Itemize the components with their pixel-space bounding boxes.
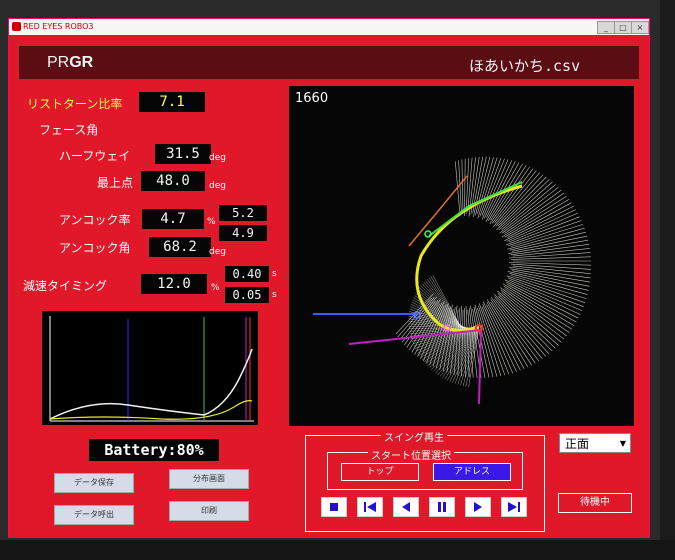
pause-button[interactable] (429, 497, 455, 517)
speed-graph (42, 311, 258, 425)
uncock-rate-sub2: 4.9 (219, 225, 267, 241)
decel-timing-value: 12.0 (141, 274, 207, 294)
uncock-rate-sub1: 5.2 (219, 205, 267, 221)
skip-forward-icon (508, 502, 520, 512)
decel-timing-unit: % (211, 283, 220, 293)
address-button[interactable]: アドレス (433, 463, 511, 481)
top-button[interactable]: トップ (341, 463, 419, 481)
filename: ほあいかち.csv (469, 57, 581, 75)
app-icon (12, 22, 21, 31)
uncock-rate-label: アンコック率 (59, 213, 131, 227)
frame-counter: 1660 (295, 91, 329, 106)
standby-button[interactable]: 待機中 (558, 493, 632, 513)
stop-icon (330, 503, 338, 511)
shaft-line-orange (408, 175, 468, 247)
step-back-button[interactable] (393, 497, 419, 517)
top-point-unit: deg (209, 181, 226, 191)
play-button[interactable] (465, 497, 491, 517)
swing-plot: 1660 (289, 86, 634, 426)
uncock-angle-label: アンコック角 (59, 241, 131, 255)
last-frame-button[interactable] (501, 497, 527, 517)
print-button[interactable]: 印刷 (169, 501, 249, 521)
uncock-rate-unit: % (207, 217, 216, 227)
maximize-button[interactable]: □ (614, 21, 632, 34)
monitor-side (660, 0, 675, 560)
play-icon (474, 502, 482, 512)
step-back-icon (402, 502, 410, 512)
uncock-angle-unit: deg (209, 247, 226, 257)
half-way-label: ハーフウェイ (59, 149, 131, 163)
view-select[interactable]: 正面 ▼ (559, 433, 631, 453)
top-point-value: 48.0 (141, 171, 205, 191)
swing-playback-title: スイング再生 (381, 429, 447, 444)
stop-button[interactable] (321, 497, 347, 517)
data-load-button[interactable]: データ呼出 (54, 505, 134, 525)
title-bar: RED EYES ROBO3 _ □ × (9, 19, 649, 35)
minimize-button[interactable]: _ (597, 21, 615, 34)
speed-graph-svg (49, 316, 254, 422)
start-position-title: スタート位置選択 (368, 447, 454, 462)
first-frame-button[interactable] (357, 497, 383, 517)
uncock-angle-value: 68.2 (149, 237, 211, 257)
data-save-button[interactable]: データ保存 (54, 473, 134, 493)
half-way-value: 31.5 (155, 144, 211, 164)
decel-timing-label: 減速タイミング (23, 279, 108, 293)
uncock-rate-value: 4.7 (142, 209, 204, 229)
skip-back-icon (364, 502, 376, 512)
pause-icon (438, 502, 446, 512)
decel-timing-sub2: 0.05 (225, 287, 269, 303)
battery-status: Battery:80% (89, 439, 219, 461)
phase-angle-label: フェース角 (39, 123, 99, 137)
half-way-unit: deg (209, 153, 226, 163)
decel-timing-sub2-unit: s (272, 290, 277, 300)
monitor-bottom (0, 540, 675, 560)
list-turn-ratio-label: リストターン比率 (27, 97, 123, 111)
decel-timing-sub1: 0.40 (225, 266, 269, 282)
app-window: RED EYES ROBO3 _ □ × PRGR ほあいかち.csv リストタ… (8, 18, 650, 538)
list-turn-ratio-value: 7.1 (139, 92, 205, 112)
app-name: PRGR (47, 54, 94, 71)
speed-curve-white (49, 348, 253, 420)
club-shaft-fan (395, 156, 592, 388)
chevron-down-icon: ▼ (619, 439, 626, 448)
swing-trace-svg (313, 156, 592, 405)
decel-timing-sub1-unit: s (272, 269, 277, 279)
close-button[interactable]: × (631, 21, 649, 34)
view-select-value: 正面 (565, 437, 590, 451)
top-point-label: 最上点 (97, 176, 134, 190)
window-title: RED EYES ROBO3 (23, 22, 94, 31)
distribution-button[interactable]: 分布画面 (169, 469, 249, 489)
header-bar: PRGR ほあいかち.csv (19, 46, 639, 79)
